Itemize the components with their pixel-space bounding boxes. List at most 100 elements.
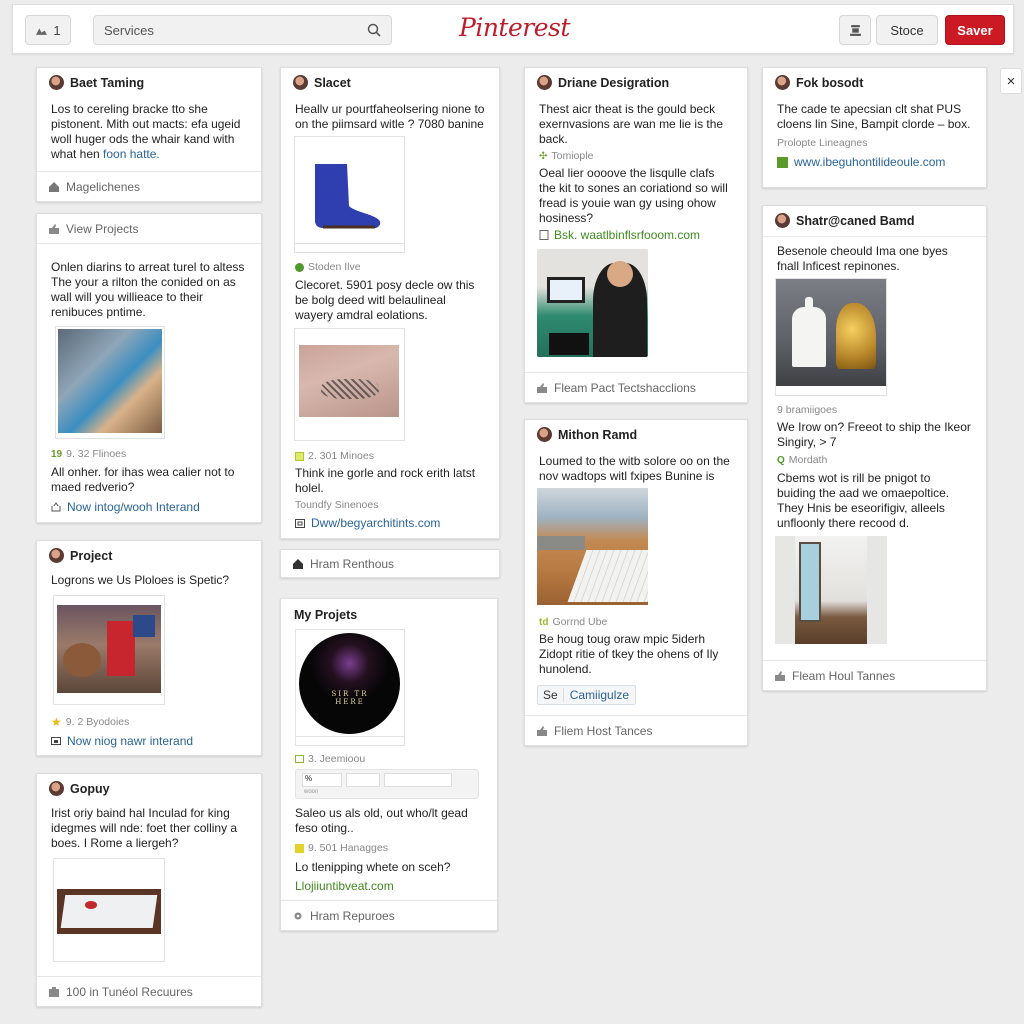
pin-image[interactable]	[55, 326, 165, 439]
photo-two-people	[58, 329, 162, 433]
pin-card-baet-taming[interactable]: Baet Taming Los to cereling bracke tto s…	[36, 67, 262, 202]
pin-description: Logrons we Us Ploloes is Spetic?	[51, 573, 230, 587]
pin-link[interactable]: Dww/begyarchitints.com	[281, 516, 454, 530]
pin-meta: td Gorrnd Ube	[525, 616, 621, 628]
tag-label[interactable]: Camiigulze	[564, 688, 635, 702]
pin-card-my-projets[interactable]: My Projets SIR TR HERE 3. Jeemioou % woo…	[280, 598, 498, 931]
pin-card-gopuy[interactable]: Gopuy Irist oriy baind hal Inculad for k…	[36, 773, 262, 1007]
avatar	[49, 781, 64, 796]
photo-hallway[interactable]	[775, 536, 887, 644]
pin-title[interactable]: Mithon Ramd	[558, 428, 637, 442]
pin-description: Loumed to the witb solore oo on the nov …	[539, 454, 730, 483]
pin-image-2[interactable]	[294, 328, 405, 441]
form-field-1[interactable]: %	[302, 773, 342, 787]
pin-title[interactable]: Project	[70, 549, 112, 563]
pin-title[interactable]: Shatr@caned Bamd	[796, 214, 914, 228]
pin-footer[interactable]: Hram Renthous	[310, 557, 394, 571]
pinterest-logo[interactable]: Pinterest	[459, 13, 570, 42]
link-text[interactable]: Now intog/wooh Interand	[67, 500, 200, 514]
photo-blue-boot	[295, 137, 404, 244]
form-field-3[interactable]	[384, 773, 452, 787]
pin-card-shatr-caned-bamd[interactable]: Shatr@caned Bamd Besenole cheould Ima on…	[762, 205, 987, 691]
pin-card-view-projects[interactable]: View Projects Onlen diarins to arreat tu…	[36, 213, 262, 523]
form-field-2[interactable]	[346, 773, 380, 787]
pin-source: Prolopte Lineagnes	[777, 137, 868, 149]
pin-image[interactable]	[53, 858, 165, 962]
pin-title[interactable]: Driane Desigration	[558, 76, 669, 90]
avatar	[49, 548, 64, 563]
pin-footer[interactable]: Fliem Host Tances	[554, 724, 652, 738]
saver-button[interactable]: Saver	[945, 15, 1005, 45]
pin-image[interactable]	[294, 136, 405, 253]
photo-poster-circle: SIR TR HERE	[296, 630, 404, 737]
thumbs-up-icon	[537, 725, 547, 736]
pin-title[interactable]: Fok bosodt	[796, 76, 863, 90]
pin-description: Saleo us als old, out who/lt gead feso o…	[295, 806, 468, 835]
link-text[interactable]: Now niog nawr interand	[67, 734, 193, 748]
tag-icon: td	[539, 616, 549, 628]
link-text[interactable]: Dww/begyarchitints.com	[311, 516, 440, 530]
pin-card-mithon-ramd[interactable]: Mithon Ramd Loumed to the witb solore oo…	[524, 419, 748, 746]
pin-question: Lo tlenipping whete on sceh?	[295, 860, 451, 874]
pin-link[interactable]: Now niog nawr interand	[37, 734, 207, 748]
close-button[interactable]: ×	[1000, 68, 1022, 94]
home-icon	[49, 181, 59, 192]
photo-coconut-cards	[57, 605, 161, 693]
search-box[interactable]	[93, 15, 392, 45]
pin-link[interactable]: Bsk. waatlbinflsrfooom.com	[525, 228, 747, 242]
pin-footer[interactable]: Magelichenes	[66, 180, 140, 194]
pin-card-fok-bosodt[interactable]: Fok bosodt The cade te apecsian clt shat…	[762, 67, 987, 188]
pin-footer[interactable]: Fleam Houl Tannes	[792, 669, 895, 683]
pin-card-slacet[interactable]: Slacet Heallv ur pourtfaheolsering nione…	[280, 67, 500, 539]
pin-description: Onlen diarins to arreat turel to altess …	[51, 260, 245, 319]
notifications-button[interactable]: 1	[25, 15, 71, 45]
calendar-icon	[295, 451, 304, 461]
pin-title[interactable]: Gopuy	[70, 782, 110, 796]
pin-meta: Stoden Ilve	[281, 261, 375, 273]
meta-text: Gorrnd Ube	[552, 616, 608, 628]
pin-footer[interactable]: Hram Repuroes	[310, 909, 395, 923]
pin-link[interactable]: Llojiiuntibveat.com	[281, 879, 408, 893]
photo-people-at-computer[interactable]	[537, 249, 648, 357]
pin-description-2: Clecoret. 5901 posy decle ow this be bol…	[295, 278, 475, 322]
pin-description: Los to cereling bracke tto she pistonent…	[37, 102, 261, 162]
pin-footer[interactable]: 100 in Tunéol Recuures	[66, 985, 193, 999]
pin-meta: ✣ Tomiople	[525, 150, 747, 162]
pin-question: All onher. for ihas wea calier not to ma…	[51, 465, 235, 494]
pin-image[interactable]	[53, 595, 165, 705]
pin-source: Toundfy Sinenoes	[295, 499, 379, 511]
thumbs-up-icon	[537, 382, 547, 393]
pin-inline-link[interactable]: foon hatte.	[103, 147, 160, 161]
thumbs-up-icon	[775, 670, 785, 681]
pin-it-button[interactable]	[839, 15, 871, 45]
pin-meta: 19 9. 32 Flinoes	[37, 448, 140, 460]
pin-link[interactable]: www.ibeguhontilideoule.com	[763, 155, 986, 169]
pin-meta-2: 2. 301 Minoes	[281, 450, 388, 462]
document-icon	[539, 230, 549, 240]
search-icon[interactable]	[367, 23, 381, 37]
pin-link[interactable]: Now intog/wooh Interand	[37, 500, 214, 514]
pin-card-driane-desigration[interactable]: Driane Desigration Thest aicr theat is t…	[524, 67, 748, 403]
pin-image[interactable]	[775, 278, 887, 396]
pin-footer[interactable]: Fleam Pact Tectshacclions	[554, 381, 696, 395]
stoce-button[interactable]: Stoce	[876, 15, 938, 45]
site-favicon-icon	[777, 156, 788, 168]
pin-image[interactable]: SIR TR HERE	[295, 629, 405, 746]
search-input[interactable]	[104, 22, 367, 38]
top-bar: 1 Pinterest Stoce Saver	[12, 4, 1014, 54]
pin-card-hram-renthous[interactable]: Hram Renthous	[280, 549, 500, 578]
view-projects-label[interactable]: View Projects	[66, 222, 138, 236]
link-text[interactable]: www.ibeguhontilideoule.com	[794, 155, 945, 169]
view-projects-header[interactable]: View Projects	[37, 214, 261, 244]
photo-desk-keyboard[interactable]	[537, 488, 648, 605]
pin-title[interactable]: My Projets	[294, 608, 357, 622]
pin-description-3: Cbems wot is rill be pnigot to buiding t…	[777, 471, 950, 530]
pin-card-project[interactable]: Project Logrons we Us Ploloes is Spetic?…	[36, 540, 262, 756]
category-tag[interactable]: Se Camiigulze	[537, 685, 637, 705]
link-text[interactable]: Bsk. waatlbinflsrfooom.com	[554, 228, 700, 242]
pin-title[interactable]: Slacet	[314, 76, 351, 90]
meta-text: 2. 301 Minoes	[308, 450, 374, 462]
pin-title[interactable]: Baet Taming	[70, 76, 144, 90]
photo-tattoo-hands	[299, 345, 399, 417]
notifications-icon	[36, 27, 48, 35]
